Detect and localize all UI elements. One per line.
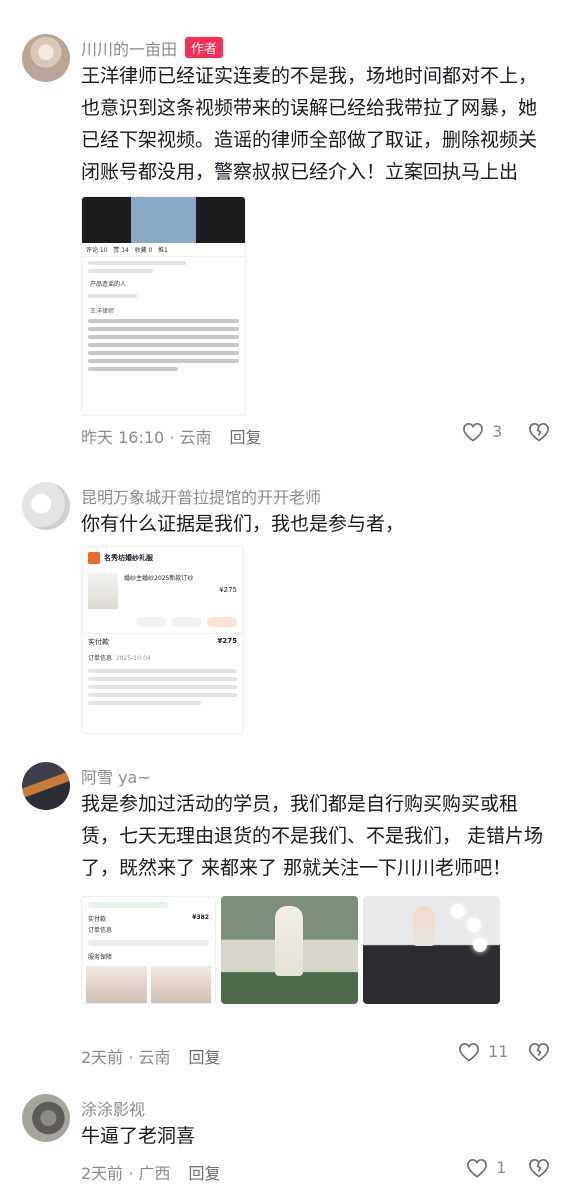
comment-meta: 昨天 16:10 · 云南 回复	[81, 424, 261, 448]
like-button[interactable]: 1	[466, 1158, 506, 1178]
screenshot-line: 产品造谣的人	[90, 281, 127, 288]
dislike-button[interactable]	[528, 422, 550, 442]
dislike-button[interactable]	[528, 1158, 550, 1178]
broken-heart-icon	[528, 422, 550, 442]
comment-image[interactable]	[221, 896, 358, 1004]
comment-text: 王洋律师已经证实连麦的不是我，场地时间都对不上，也意识到这条视频带来的误解已经给…	[81, 65, 538, 183]
reply-button[interactable]: 回复	[188, 1048, 220, 1067]
comment-time-location: 2天前 · 广西	[81, 1164, 171, 1183]
shop-logo-icon	[88, 552, 100, 564]
comment-image[interactable]: 实付款 ¥382 订单信息 服务保障	[81, 896, 216, 1004]
video-preview	[82, 197, 245, 243]
avatar[interactable]	[22, 762, 70, 810]
comment-username[interactable]: 阿雪 ya~	[81, 764, 151, 788]
like-count: 1	[496, 1158, 507, 1177]
reply-button[interactable]: 回复	[188, 1164, 220, 1183]
product-photos	[82, 962, 215, 1003]
heart-outline-icon	[466, 1158, 488, 1178]
receipt-service: 服务保障	[88, 954, 113, 961]
receipt-actions	[82, 613, 243, 633]
broken-heart-icon	[528, 1042, 550, 1062]
comment-time-location: 2天前 · 云南	[81, 1048, 171, 1067]
receipt-order-info: 订单信息 2025-10-04	[88, 655, 151, 662]
receipt-action-1	[135, 617, 166, 627]
like-button[interactable]: 11	[458, 1042, 508, 1062]
receipt-product-name: 婚纱主婚纱2025新款订纱	[124, 575, 194, 582]
receipt-paid: 实付款 ¥275	[82, 633, 243, 650]
comment-text: 你有什么证据是我们，我也是参与者，	[81, 513, 405, 535]
author-badge: 作者	[185, 37, 224, 58]
receipt-product: 婚纱主婚纱2025新款订纱 ¥275	[82, 569, 243, 613]
comment-meta: 2天前 · 广西 回复	[81, 1160, 220, 1184]
comment-image[interactable]	[363, 896, 500, 1004]
comment-time-location: 昨天 16:10 · 云南	[81, 428, 212, 447]
like-button[interactable]: 3	[462, 422, 502, 442]
avatar[interactable]	[22, 1094, 70, 1142]
screenshot-tabs: 评论 10 赞 14 收藏 0 推1	[82, 243, 245, 257]
broken-heart-icon	[528, 1158, 550, 1178]
receipt-paid: 实付款 ¥382	[88, 914, 209, 923]
receipt-order-info: 订单信息	[88, 927, 113, 934]
comment-meta: 2天前 · 云南 回复	[81, 1044, 220, 1068]
comment-username[interactable]: 昆明万象城开普拉提馆的开开老师	[81, 484, 321, 508]
avatar[interactable]	[22, 482, 70, 530]
heart-outline-icon	[462, 422, 484, 442]
like-count: 3	[492, 422, 503, 441]
receipt-action-2	[171, 617, 202, 627]
comment-username[interactable]: 涂涂影视	[81, 1096, 145, 1120]
comment-text: 牛逼了老洞喜	[81, 1125, 196, 1147]
bridal-figure	[275, 906, 303, 976]
person-figure	[413, 906, 435, 946]
comment-image[interactable]: 名秀坊婚纱礼服 婚纱主婚纱2025新款订纱 ¥275 实付款 ¥275 订单信息 …	[81, 546, 244, 734]
receipt-header: 名秀坊婚纱礼服	[82, 547, 243, 569]
comment-text: 我是参加过活动的学员，我们都是自行购买购买或租赁，七天无理由退货的不是我们、不是…	[81, 793, 544, 879]
comment-username[interactable]: 川川的一亩田 作者	[81, 36, 224, 60]
receipt-product-price: ¥275	[219, 586, 237, 594]
dislike-button[interactable]	[528, 1042, 550, 1062]
comment-image[interactable]: 评论 10 赞 14 收藏 0 推1 产品造谣的人 王洋律师	[81, 196, 246, 416]
receipt-action-3	[207, 617, 237, 627]
reply-button[interactable]: 回复	[229, 428, 261, 447]
receipt-shop: 名秀坊婚纱礼服	[104, 554, 153, 562]
screenshot-lawyer: 王洋律师	[90, 308, 115, 315]
product-thumbnail	[88, 573, 118, 609]
heart-outline-icon	[458, 1042, 480, 1062]
like-count: 11	[488, 1042, 509, 1061]
avatar[interactable]	[22, 34, 70, 82]
